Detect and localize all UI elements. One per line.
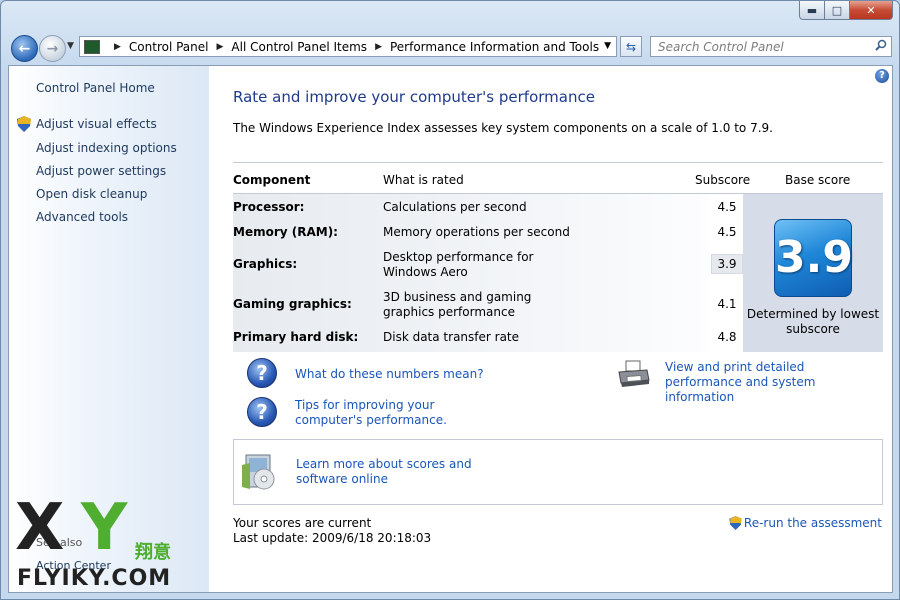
question-icon: ?: [247, 358, 277, 388]
maximize-button[interactable]: □: [825, 1, 850, 20]
uac-shield-icon: [17, 116, 31, 132]
column-header-subscore: Subscore: [695, 173, 751, 187]
link-view-print-details[interactable]: View and print detailed performance and …: [665, 360, 885, 405]
forward-button[interactable]: →: [39, 35, 66, 62]
row-memory-name: Memory (RAM):: [233, 225, 338, 239]
breadcrumb-separator[interactable]: ▶: [375, 42, 382, 52]
table-header: Component What is rated Subscore Base sc…: [233, 162, 883, 194]
breadcrumb-separator[interactable]: ▶: [114, 42, 121, 52]
base-score-panel: 3.9 Determined by lowest subscore: [743, 194, 883, 352]
recent-pages-dropdown[interactable]: ▼: [67, 41, 74, 51]
printer-icon: [618, 360, 650, 387]
performance-window: ▬ □ ✕ ← → ▼ ▶ Control Panel ▶ All Contro…: [0, 0, 900, 600]
row-disk-subscore: 4.8: [717, 330, 737, 344]
sidebar-item-advanced-tools[interactable]: Advanced tools: [36, 210, 128, 224]
score-table: Component What is rated Subscore Base sc…: [233, 162, 883, 352]
row-graphics-rated: Desktop performance for Windows Aero: [383, 250, 534, 279]
column-header-component: Component: [233, 173, 311, 187]
rerun-assessment-link[interactable]: Re-run the assessment: [729, 516, 882, 530]
sidebar-item-control-panel-home[interactable]: Control Panel Home: [36, 81, 155, 95]
column-header-rated: What is rated: [383, 173, 464, 187]
link-learn-more-online[interactable]: Learn more about scores and software onl…: [296, 457, 516, 487]
row-graphics-subscore: 3.9: [711, 254, 743, 274]
search-input[interactable]: Search Control Panel: [651, 40, 875, 54]
breadcrumb-all-items[interactable]: All Control Panel Items: [231, 40, 367, 54]
table-body: Processor: Calculations per second 4.5 M…: [233, 194, 883, 352]
status-last-update: Last update: 2009/6/18 20:18:03: [233, 531, 432, 545]
control-panel-icon: [84, 39, 100, 54]
uac-shield-icon: [729, 516, 742, 530]
rerun-assessment-label[interactable]: Re-run the assessment: [744, 516, 882, 530]
main-panel: ? Rate and improve your computer's perfo…: [209, 66, 892, 592]
watermark-x: X: [15, 491, 65, 565]
row-processor-rated: Calculations per second: [383, 200, 527, 214]
watermark-y: Y: [81, 491, 128, 565]
status-current: Your scores are current: [233, 516, 372, 530]
sidebar-item-visual-effects[interactable]: Adjust visual effects: [36, 117, 157, 131]
row-memory-rated: Memory operations per second: [383, 225, 570, 239]
row-gaming-rated: 3D business and gaming graphics performa…: [383, 290, 532, 319]
refresh-button[interactable]: ⇆: [620, 36, 642, 57]
row-graphics-name: Graphics:: [233, 257, 298, 271]
close-button[interactable]: ✕: [850, 1, 893, 20]
address-bar[interactable]: ▶ Control Panel ▶ All Control Panel Item…: [79, 36, 617, 57]
software-box-icon: [242, 454, 275, 490]
link-tips-improving[interactable]: Tips for improving your computer's perfo…: [295, 398, 505, 428]
row-disk-name: Primary hard disk:: [233, 330, 359, 344]
sidebar-item-power[interactable]: Adjust power settings: [36, 164, 166, 178]
base-score-caption: Determined by lowest subscore: [746, 307, 880, 336]
breadcrumb-control-panel[interactable]: Control Panel: [129, 40, 209, 54]
question-icon: ?: [247, 397, 277, 427]
sidebar-item-indexing[interactable]: Adjust indexing options: [36, 141, 177, 155]
help-icon[interactable]: ?: [875, 69, 889, 83]
learn-more-box: Learn more about scores and software onl…: [233, 439, 883, 505]
search-icon[interactable]: [875, 39, 891, 54]
intro-text: The Windows Experience Index assesses ke…: [233, 121, 773, 135]
link-what-numbers-mean[interactable]: What do these numbers mean?: [295, 367, 484, 382]
minimize-button[interactable]: ▬: [799, 1, 825, 20]
watermark-logo: X Y 翔意 FLYIKY.COM: [15, 491, 215, 593]
row-processor-subscore: 4.5: [717, 200, 737, 214]
row-memory-subscore: 4.5: [717, 225, 737, 239]
sidebar-item-disk-cleanup[interactable]: Open disk cleanup: [36, 187, 147, 201]
column-header-base-score: Base score: [785, 173, 851, 187]
row-disk-rated: Disk data transfer rate: [383, 330, 520, 344]
search-box[interactable]: Search Control Panel: [650, 36, 892, 57]
back-button[interactable]: ←: [11, 35, 38, 62]
row-gaming-name: Gaming graphics:: [233, 297, 352, 311]
address-dropdown[interactable]: ▼: [604, 41, 611, 51]
watermark-url: FLYIKY.COM: [17, 566, 172, 591]
caption-buttons: ▬ □ ✕: [799, 1, 893, 20]
breadcrumb-separator[interactable]: ▶: [217, 42, 224, 52]
watermark-chinese: 翔意: [135, 542, 171, 563]
page-title: Rate and improve your computer's perform…: [233, 88, 595, 106]
row-processor-name: Processor:: [233, 200, 305, 214]
breadcrumb-performance[interactable]: Performance Information and Tools: [390, 40, 599, 54]
base-score-tile: 3.9: [774, 219, 853, 297]
row-gaming-subscore: 4.1: [717, 297, 737, 311]
